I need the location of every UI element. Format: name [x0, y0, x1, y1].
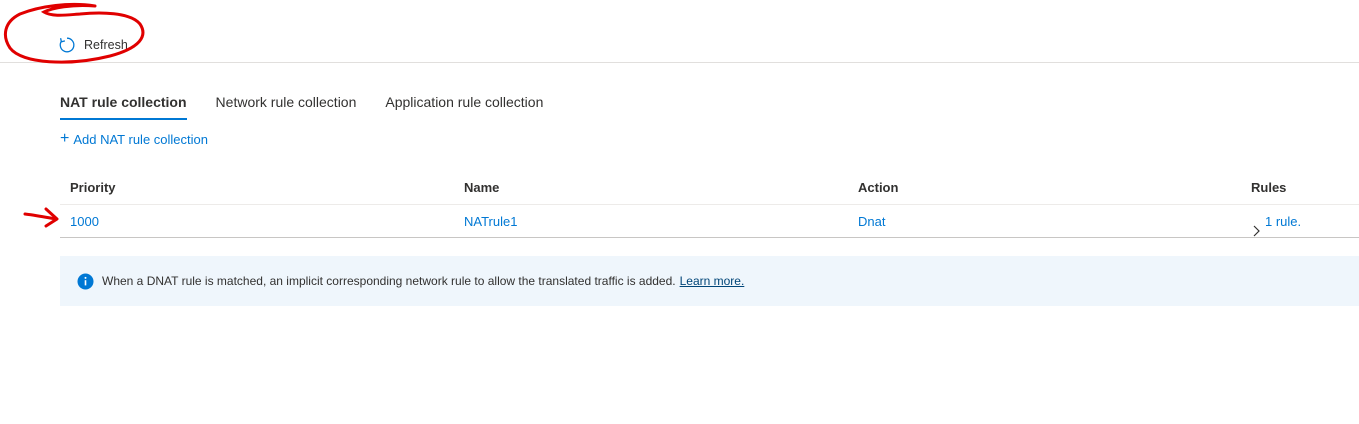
column-header-rules[interactable]: Rules: [1241, 172, 1359, 204]
refresh-icon: [58, 36, 76, 54]
add-nat-rule-collection-button[interactable]: + Add NAT rule collection: [60, 131, 208, 147]
table-header: Priority Name Action Rules: [60, 172, 1359, 205]
tab-network-rule-collection[interactable]: Network rule collection: [216, 88, 357, 118]
page: Refresh NAT rule collection Network rule…: [0, 0, 1359, 424]
row-rules-label[interactable]: 1 rule.: [1265, 205, 1301, 238]
info-message: When a DNAT rule is matched, an implicit…: [102, 274, 676, 288]
plus-icon: +: [60, 130, 70, 147]
chevron-right-icon[interactable]: [1251, 216, 1261, 236]
refresh-button[interactable]: Refresh: [58, 34, 128, 56]
tab-nat-rule-collection[interactable]: NAT rule collection: [60, 88, 187, 120]
rule-collection-tabs: NAT rule collection Network rule collect…: [60, 88, 572, 120]
info-icon: [77, 273, 94, 290]
annotation-arrow: [23, 207, 59, 228]
column-header-priority[interactable]: Priority: [60, 172, 454, 204]
column-header-name[interactable]: Name: [454, 172, 848, 204]
row-name[interactable]: NATrule1: [454, 205, 848, 238]
row-priority[interactable]: 1000: [60, 205, 454, 238]
tab-application-rule-collection[interactable]: Application rule collection: [385, 88, 543, 118]
add-nat-rule-collection-label: Add NAT rule collection: [73, 131, 208, 147]
learn-more-link[interactable]: Learn more.: [680, 274, 745, 288]
refresh-label: Refresh: [84, 38, 128, 52]
row-rules[interactable]: 1 rule.: [1241, 205, 1359, 238]
command-bar: Refresh: [0, 0, 1359, 63]
row-action[interactable]: Dnat: [848, 205, 1241, 238]
nat-rule-collection-table: Priority Name Action Rules 1000 NATrule1…: [60, 172, 1359, 238]
column-header-action[interactable]: Action: [848, 172, 1241, 204]
table-row[interactable]: 1000 NATrule1 Dnat 1 rule.: [60, 205, 1359, 238]
info-message-bar: When a DNAT rule is matched, an implicit…: [60, 256, 1359, 306]
